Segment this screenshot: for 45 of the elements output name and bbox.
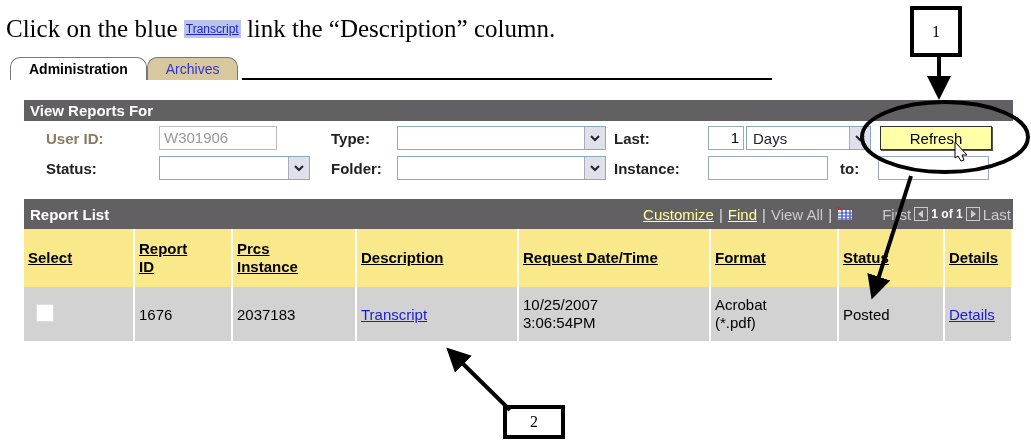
field-label: Type:	[330, 129, 371, 147]
grid-icon[interactable]	[837, 207, 854, 221]
tab[interactable]: Administration	[10, 57, 147, 80]
type-dropdown[interactable]	[397, 126, 606, 150]
grid-link[interactable]: Find	[727, 205, 758, 223]
last-label: Last	[982, 205, 1011, 223]
column-header[interactable]: Format	[715, 249, 766, 267]
table-cell: Posted	[843, 305, 890, 323]
status-dropdown[interactable]	[159, 156, 310, 180]
field-label: to:	[839, 159, 861, 177]
view-all-link[interactable]: View All	[770, 205, 824, 223]
link-separator: |	[761, 205, 767, 223]
link-separator: |	[827, 205, 834, 223]
field-label: Status:	[45, 159, 98, 177]
table-cell: 10/25/2007 3:06:54PM	[523, 296, 599, 332]
unit-dropdown[interactable]: Days	[746, 126, 871, 150]
refresh-button[interactable]: Refresh	[880, 126, 992, 150]
callout-arrow	[446, 347, 512, 412]
tab[interactable]: Archives	[146, 57, 239, 80]
column-header[interactable]: Description	[361, 249, 444, 267]
instance-from-field[interactable]	[708, 156, 828, 180]
field-label: Last:	[613, 129, 651, 147]
table-cell: 1676	[139, 305, 173, 323]
grid-title: Report List	[30, 205, 110, 223]
field-label: User ID:	[45, 129, 105, 147]
link-separator: |	[717, 205, 724, 223]
field-label: Instance:	[613, 159, 681, 177]
last-count-field[interactable]: 1	[708, 126, 744, 150]
next-icon[interactable]	[965, 207, 980, 221]
callout-label: 2	[503, 405, 565, 439]
grid-link[interactable]: Customize	[643, 205, 714, 223]
select-checkbox[interactable]	[36, 303, 54, 322]
callout-label: 1	[910, 6, 962, 57]
previous-icon[interactable]	[914, 207, 929, 221]
callout-arrow	[927, 57, 951, 100]
instruction-text: Click on the blue $^{Transcript}$ link the “Description” column.	[5, 14, 557, 44]
folder-dropdown[interactable]	[397, 156, 606, 180]
table-cell: Acrobat (*.pdf)	[715, 296, 767, 332]
section-header: View Reports For	[24, 100, 1013, 121]
column-header[interactable]: Select	[28, 249, 73, 267]
transcript-link[interactable]: Transcript	[361, 305, 428, 323]
table-cell: 2037183	[237, 305, 296, 323]
transcript-link-image: Transcript	[183, 20, 241, 38]
page-count: 1 of 1	[931, 207, 963, 221]
field-label: Folder:	[330, 159, 383, 177]
